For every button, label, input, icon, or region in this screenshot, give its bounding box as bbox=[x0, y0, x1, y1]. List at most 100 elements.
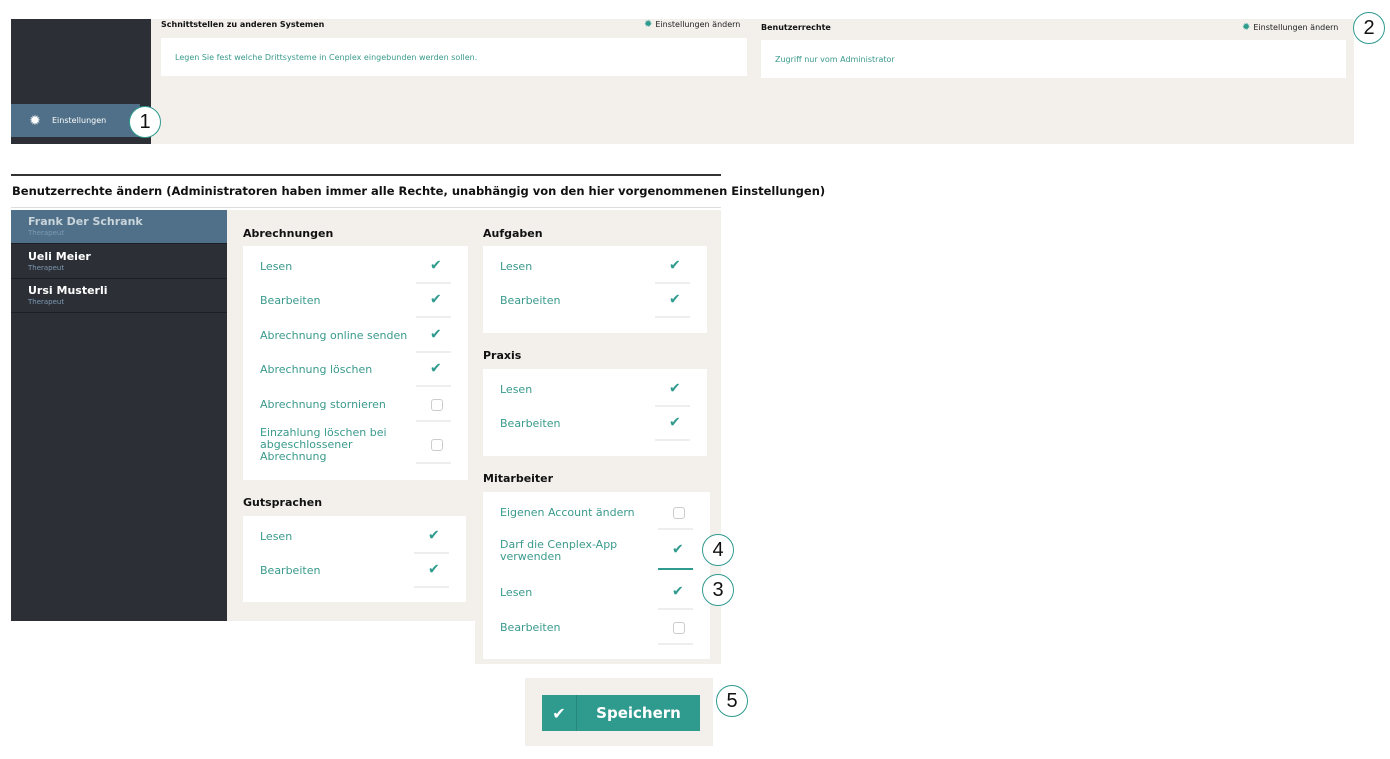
row-underline-active bbox=[658, 568, 693, 570]
row-underline bbox=[414, 586, 449, 588]
row-underline bbox=[655, 316, 690, 318]
perm-label: Lesen bbox=[500, 260, 533, 273]
interfaces-change-label: Einstellungen ändern bbox=[655, 20, 741, 29]
checkbox-unchecked[interactable] bbox=[431, 399, 443, 411]
user-rights-title: Benutzerrechte bbox=[761, 23, 831, 32]
checkbox-checked[interactable] bbox=[428, 530, 441, 544]
perm-eigenen-account-aendern[interactable]: Eigenen Account ändern bbox=[500, 496, 693, 530]
checkbox-checked[interactable] bbox=[669, 294, 682, 308]
checkbox-checked[interactable] bbox=[672, 586, 685, 600]
gear-icon: ✹ bbox=[644, 19, 653, 30]
section-divider bbox=[11, 174, 721, 176]
checkbox-checked[interactable] bbox=[430, 294, 443, 308]
callout-4: 4 bbox=[702, 534, 734, 566]
divider bbox=[11, 207, 721, 208]
perm-label: Darf die Cenplex-App verwenden bbox=[500, 538, 618, 563]
callout-2: 2 bbox=[1353, 12, 1385, 44]
user-rights-description-text: Zugriff nur vom Administrator bbox=[775, 54, 895, 64]
user-item-ueli[interactable]: Ueli Meier Therapeut bbox=[11, 245, 227, 279]
group-aufgaben: Lesen Bearbeiten bbox=[483, 246, 707, 333]
perm-mitarbeiter-bearbeiten[interactable]: Bearbeiten bbox=[500, 611, 693, 645]
checkbox-checked[interactable] bbox=[430, 260, 443, 274]
group-title-abrechnungen: Abrechnungen bbox=[243, 227, 334, 240]
perm-abrechnung-loeschen[interactable]: Abrechnung löschen bbox=[260, 353, 451, 387]
user-name: Ueli Meier bbox=[28, 250, 91, 263]
group-gutsprachen: Lesen Bearbeiten bbox=[243, 516, 466, 602]
settings-button-label: Einstellungen bbox=[52, 116, 107, 125]
group-title-gutsprachen: Gutsprachen bbox=[243, 496, 323, 509]
perm-praxis-lesen[interactable]: Lesen bbox=[500, 373, 690, 407]
perm-label: Bearbeiten bbox=[260, 564, 321, 577]
perm-abrechnung-online-senden[interactable]: Abrechnung online senden bbox=[260, 319, 451, 353]
perm-label: Lesen bbox=[500, 586, 533, 599]
perm-praxis-bearbeiten[interactable]: Bearbeiten bbox=[500, 407, 690, 441]
gear-icon: ✹ bbox=[1242, 22, 1251, 33]
perm-label: Eigenen Account ändern bbox=[500, 506, 635, 519]
save-button[interactable]: ✔ Speichern bbox=[542, 695, 700, 731]
edit-rights-title: Benutzerrechte ändern (Administratoren h… bbox=[12, 184, 826, 198]
perm-cenplex-app[interactable]: Darf die Cenplex-App verwenden bbox=[500, 532, 693, 570]
perm-abrechnungen-bearbeiten[interactable]: Bearbeiten bbox=[260, 284, 451, 318]
callout-1: 1 bbox=[129, 106, 161, 138]
perm-mitarbeiter-lesen[interactable]: Lesen bbox=[500, 576, 693, 610]
row-underline bbox=[416, 420, 451, 422]
perm-label: Bearbeiten bbox=[500, 621, 561, 634]
checkbox-checked[interactable] bbox=[669, 417, 682, 431]
perm-einzahlung-loeschen[interactable]: Einzahlung löschen bei abgeschlossener A… bbox=[260, 426, 451, 464]
perm-label: Lesen bbox=[260, 260, 293, 273]
checkbox-checked[interactable] bbox=[669, 260, 682, 274]
checkbox-unchecked[interactable] bbox=[431, 439, 443, 451]
check-icon: ✔ bbox=[542, 695, 577, 731]
group-title-praxis: Praxis bbox=[483, 349, 522, 362]
perm-aufgaben-bearbeiten[interactable]: Bearbeiten bbox=[500, 284, 690, 318]
user-item-ursi[interactable]: Ursi Musterli Therapeut bbox=[11, 279, 227, 313]
row-underline bbox=[658, 528, 693, 530]
interfaces-description-text: Legen Sie fest welche Drittsysteme in Ce… bbox=[175, 52, 478, 62]
user-name: Ursi Musterli bbox=[28, 284, 108, 297]
perm-label: Bearbeiten bbox=[260, 294, 321, 307]
user-rights-change-label: Einstellungen ändern bbox=[1253, 23, 1339, 32]
perm-gutsprachen-lesen[interactable]: Lesen bbox=[260, 520, 449, 554]
perm-abrechnung-stornieren[interactable]: Abrechnung stornieren bbox=[260, 388, 451, 422]
perm-aufgaben-lesen[interactable]: Lesen bbox=[500, 250, 690, 284]
perm-label: Einzahlung löschen bei abgeschlossener A… bbox=[260, 426, 387, 463]
group-title-aufgaben: Aufgaben bbox=[483, 227, 543, 240]
interfaces-description: Legen Sie fest welche Drittsysteme in Ce… bbox=[161, 38, 747, 76]
user-role: Therapeut bbox=[28, 229, 65, 237]
perm-label: Lesen bbox=[500, 383, 533, 396]
row-underline bbox=[416, 385, 451, 387]
interfaces-change-link[interactable]: ✹ Einstellungen ändern bbox=[644, 19, 740, 30]
settings-button[interactable]: ✹ Einstellungen bbox=[11, 104, 140, 137]
perm-abrechnungen-lesen[interactable]: Lesen bbox=[260, 250, 451, 284]
checkbox-checked[interactable] bbox=[428, 564, 441, 578]
callout-5: 5 bbox=[716, 685, 748, 717]
user-list: Frank Der Schrank Therapeut Ueli Meier T… bbox=[11, 210, 227, 621]
user-name: Frank Der Schrank bbox=[28, 215, 143, 228]
perm-label: Abrechnung stornieren bbox=[260, 398, 386, 411]
user-rights-description: Zugriff nur vom Administrator bbox=[761, 40, 1346, 78]
user-role: Therapeut bbox=[28, 298, 65, 306]
perm-label: Abrechnung online senden bbox=[260, 329, 408, 342]
user-rights-change-link[interactable]: ✹ Einstellungen ändern bbox=[1242, 22, 1338, 33]
perm-label: Bearbeiten bbox=[500, 417, 561, 430]
group-mitarbeiter: Eigenen Account ändern Darf die Cenplex-… bbox=[483, 492, 710, 659]
user-item-frank[interactable]: Frank Der Schrank Therapeut bbox=[11, 210, 227, 244]
checkbox-checked[interactable] bbox=[669, 383, 682, 397]
perm-label: Abrechnung löschen bbox=[260, 363, 373, 376]
row-underline bbox=[655, 439, 690, 441]
save-button-label: Speichern bbox=[596, 704, 681, 722]
gear-icon: ✹ bbox=[29, 112, 41, 129]
checkbox-checked[interactable] bbox=[430, 363, 443, 377]
row-underline bbox=[416, 316, 451, 318]
perm-gutsprachen-bearbeiten[interactable]: Bearbeiten bbox=[260, 554, 449, 588]
checkbox-checked[interactable] bbox=[430, 329, 443, 343]
callout-3: 3 bbox=[702, 574, 734, 606]
checkbox-unchecked[interactable] bbox=[673, 622, 685, 634]
row-underline bbox=[658, 608, 693, 610]
user-role: Therapeut bbox=[28, 264, 65, 272]
checkbox-unchecked[interactable] bbox=[673, 507, 685, 519]
checkbox-checked[interactable] bbox=[672, 544, 685, 558]
group-abrechnungen: Lesen Bearbeiten Abrechnung online sende… bbox=[243, 246, 468, 480]
group-praxis: Lesen Bearbeiten bbox=[483, 369, 707, 456]
interfaces-title: Schnittstellen zu anderen Systemen bbox=[161, 20, 325, 29]
